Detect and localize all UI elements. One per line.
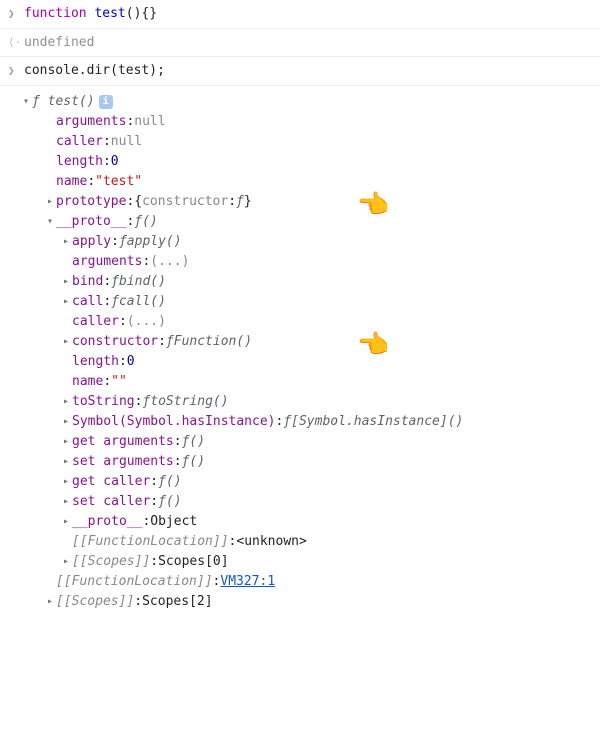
prop-symbol-hasinstance[interactable]: ▸ Symbol(Symbol.hasInstance): ƒ [Symbol.… bbox=[8, 412, 592, 432]
prop-proto-name[interactable]: name: "" bbox=[8, 372, 592, 392]
prop-caller[interactable]: caller: null bbox=[8, 132, 592, 152]
prop-function-location[interactable]: [[FunctionLocation]]: VM327:1 bbox=[8, 572, 592, 592]
prop-get-arguments[interactable]: ▸ get arguments: ƒ () bbox=[8, 432, 592, 452]
function-name: test() bbox=[48, 92, 95, 112]
prop-set-arguments[interactable]: ▸ set arguments: ƒ () bbox=[8, 452, 592, 472]
console-input-2[interactable]: console.dir(test); bbox=[24, 61, 592, 81]
prop-arguments[interactable]: arguments: null bbox=[8, 112, 592, 132]
output-chevron-icon: ⟨· bbox=[8, 33, 24, 52]
expand-toggle-icon[interactable]: ▸ bbox=[60, 414, 72, 429]
source-link[interactable]: VM327:1 bbox=[220, 572, 275, 592]
console-input-row: ❯ function test(){} bbox=[0, 0, 600, 29]
prop-apply[interactable]: ▸ apply: ƒ apply() bbox=[8, 232, 592, 252]
expand-toggle-icon[interactable]: ▸ bbox=[60, 274, 72, 289]
expand-toggle-icon[interactable]: ▸ bbox=[60, 454, 72, 469]
expand-toggle-icon[interactable]: ▸ bbox=[60, 434, 72, 449]
input-chevron-icon: ❯ bbox=[8, 61, 24, 80]
console-output-row: ⟨· undefined bbox=[0, 29, 600, 58]
prop-scopes[interactable]: ▸ [[Scopes]]: Scopes[2] bbox=[8, 592, 592, 612]
expand-toggle-icon[interactable]: ▸ bbox=[60, 294, 72, 309]
expand-toggle-icon[interactable]: ▸ bbox=[44, 594, 56, 609]
console-input-row-2: ❯ console.dir(test); bbox=[0, 57, 600, 86]
prop-proto-proto[interactable]: ▸ __proto__: Object bbox=[8, 512, 592, 532]
expand-toggle-icon[interactable]: ▾ bbox=[20, 94, 32, 109]
prop-prototype[interactable]: ▸ prototype: {constructor: ƒ} 👉 bbox=[8, 192, 592, 212]
prop-constructor[interactable]: ▸ constructor: ƒ Function() 👉 bbox=[8, 332, 592, 352]
function-f-icon: ƒ bbox=[32, 92, 40, 112]
prop-set-caller[interactable]: ▸ set caller: ƒ () bbox=[8, 492, 592, 512]
info-icon[interactable]: i bbox=[99, 95, 113, 109]
prop-tostring[interactable]: ▸ toString: ƒ toString() bbox=[8, 392, 592, 412]
prop-proto[interactable]: ▾ __proto__: ƒ () bbox=[8, 212, 592, 232]
prop-bind[interactable]: ▸ bind: ƒ bind() bbox=[8, 272, 592, 292]
expand-toggle-icon[interactable]: ▸ bbox=[60, 514, 72, 529]
prop-proto-caller[interactable]: caller: (...) bbox=[8, 312, 592, 332]
prop-name[interactable]: name: "test" bbox=[8, 172, 592, 192]
prop-get-caller[interactable]: ▸ get caller: ƒ () bbox=[8, 472, 592, 492]
expand-toggle-icon[interactable]: ▸ bbox=[60, 394, 72, 409]
prop-proto-length[interactable]: length: 0 bbox=[8, 352, 592, 372]
expand-toggle-icon[interactable]: ▸ bbox=[60, 234, 72, 249]
prop-length[interactable]: length: 0 bbox=[8, 152, 592, 172]
prop-proto-arguments[interactable]: arguments: (...) bbox=[8, 252, 592, 272]
console-dir-output: ▾ ƒ test() i arguments: null caller: nul… bbox=[0, 86, 600, 622]
prop-function-location-inner[interactable]: [[FunctionLocation]]: <unknown> bbox=[8, 532, 592, 552]
expand-toggle-icon[interactable]: ▾ bbox=[44, 214, 56, 229]
expand-toggle-icon[interactable]: ▸ bbox=[60, 494, 72, 509]
expand-toggle-icon[interactable]: ▸ bbox=[60, 474, 72, 489]
expand-toggle-icon[interactable]: ▸ bbox=[60, 554, 72, 569]
console-output-undefined: undefined bbox=[24, 33, 592, 53]
console-input-1[interactable]: function test(){} bbox=[24, 4, 592, 24]
prop-call[interactable]: ▸ call: ƒ call() bbox=[8, 292, 592, 312]
object-header[interactable]: ▾ ƒ test() i bbox=[8, 92, 592, 112]
expand-toggle-icon[interactable]: ▸ bbox=[44, 194, 56, 209]
input-chevron-icon: ❯ bbox=[8, 4, 24, 23]
prop-scopes-inner[interactable]: ▸ [[Scopes]]: Scopes[0] bbox=[8, 552, 592, 572]
expand-toggle-icon[interactable]: ▸ bbox=[60, 334, 72, 349]
